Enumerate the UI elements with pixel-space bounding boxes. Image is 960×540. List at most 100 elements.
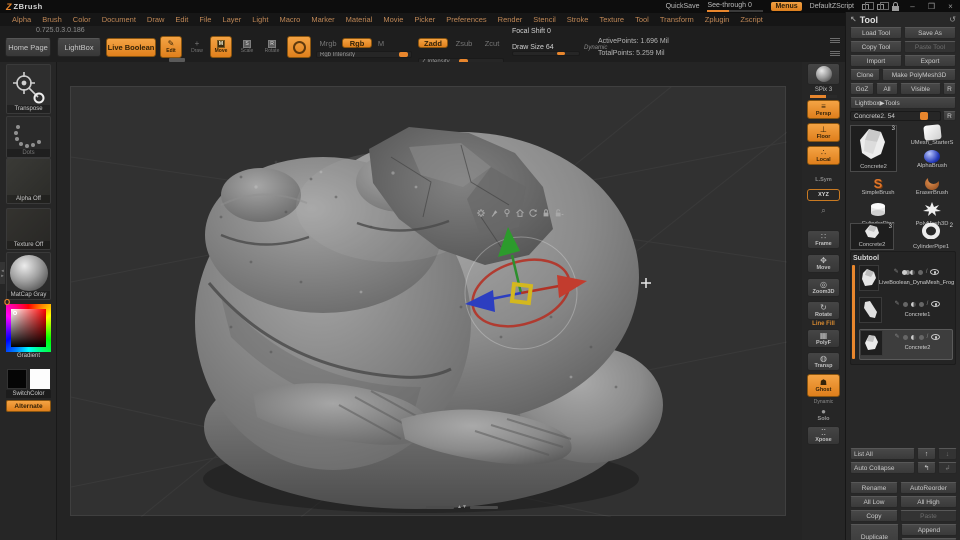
- switch-color-widget[interactable]: SwitchColor: [6, 364, 51, 398]
- menus-button[interactable]: Menus: [771, 2, 802, 11]
- subtool-brush-icon[interactable]: ✎: [894, 269, 899, 275]
- zsub-button[interactable]: Zsub: [451, 38, 477, 48]
- local-button[interactable]: ∴ Local: [807, 146, 840, 165]
- rename-button[interactable]: Rename: [850, 482, 898, 494]
- tool-item[interactable]: 2 CylinderPipe1: [906, 222, 956, 251]
- menu-item[interactable]: Tool: [635, 15, 649, 24]
- minimize-button[interactable]: –: [907, 2, 918, 11]
- subtool-row-selected[interactable]: ✎ / Concrete2: [859, 329, 953, 360]
- goz-visible-button[interactable]: Visible: [900, 83, 941, 95]
- boolean-intersect-icon[interactable]: [917, 269, 923, 275]
- bpr-render-button[interactable]: [807, 63, 840, 85]
- subtool-row[interactable]: ✎ / Concrete1: [859, 297, 953, 328]
- lightbox-tools-button[interactable]: Lightbox▶Tools: [850, 97, 956, 109]
- copy-subtool-button[interactable]: Copy: [850, 510, 898, 522]
- spix-slider[interactable]: [810, 95, 837, 98]
- gizmo-settings-gear-icon[interactable]: [476, 208, 486, 218]
- gizmo-pin-icon[interactable]: [489, 208, 499, 218]
- main-color-swatch[interactable]: [7, 369, 27, 389]
- focal-shift-slider[interactable]: [512, 51, 580, 56]
- menu-item[interactable]: Color: [73, 15, 91, 24]
- menu-item[interactable]: Preferences: [446, 15, 486, 24]
- clone-button[interactable]: Clone: [850, 69, 880, 81]
- move-button[interactable]: M Move: [210, 36, 232, 58]
- zoom3d-button[interactable]: ◎ Zoom3D: [807, 278, 840, 297]
- shelf-divider-handle[interactable]: ◄ ►: [0, 262, 5, 284]
- boolean-subtract-icon[interactable]: [910, 301, 916, 307]
- edit-button[interactable]: ✎ Edit: [160, 36, 182, 58]
- home-page-button[interactable]: Home Page: [5, 38, 51, 57]
- tool-item[interactable]: AlphaBrush: [908, 150, 956, 170]
- auto-collapse-button[interactable]: Auto Collapse: [850, 462, 915, 474]
- menu-item[interactable]: Macro: [279, 15, 300, 24]
- polypaint-icon[interactable]: /: [927, 301, 929, 307]
- visibility-eye-icon[interactable]: [930, 269, 940, 275]
- gizmo-reset-icon[interactable]: [528, 208, 538, 218]
- list-all-button[interactable]: List All: [850, 448, 915, 460]
- focal-shift-knob[interactable]: [557, 52, 565, 55]
- gizmo-lock-icon[interactable]: [541, 208, 551, 218]
- menu-item[interactable]: Draw: [147, 15, 165, 24]
- quicksave-button[interactable]: QuickSave: [666, 3, 700, 10]
- matcap-button[interactable]: MatCap Gray: [6, 252, 51, 300]
- see-through-track[interactable]: [707, 9, 764, 12]
- zcut-button[interactable]: Zcut: [480, 38, 504, 48]
- see-through-slider[interactable]: See-through 0: [707, 2, 764, 12]
- goz-all-button[interactable]: All: [876, 83, 898, 95]
- layer-group-2-icon[interactable]: [877, 1, 889, 10]
- xyz-button[interactable]: XYZ: [807, 189, 840, 201]
- rgb-intensity-slider[interactable]: Rgb Intensity: [316, 51, 412, 58]
- menu-item[interactable]: Transform: [660, 15, 694, 24]
- texture-off-button[interactable]: Texture Off: [6, 208, 51, 250]
- make-polymesh3d-button[interactable]: Make PolyMesh3D: [882, 69, 956, 81]
- sv-square[interactable]: [11, 309, 46, 347]
- transpose-button[interactable]: Transpose: [6, 64, 51, 114]
- all-low-button[interactable]: All Low: [850, 496, 898, 508]
- rotate-button[interactable]: R Rotate: [261, 36, 283, 58]
- menu-item[interactable]: Layer: [222, 15, 241, 24]
- save-as-button[interactable]: Save As: [904, 27, 956, 39]
- lsym-button[interactable]: L.Sym: [807, 172, 840, 188]
- load-tool-button[interactable]: Load Tool: [850, 27, 902, 39]
- restore-button[interactable]: ❒: [926, 2, 937, 11]
- boolean-subtract-icon[interactable]: [910, 334, 916, 340]
- default-zscript-button[interactable]: DefaultZScript: [810, 3, 854, 10]
- expand-icon-button[interactable]: ↲: [938, 462, 957, 474]
- tool-item[interactable]: 3 Concrete2: [850, 223, 894, 250]
- bottom-tray-divider[interactable]: ▲▼: [426, 505, 498, 510]
- mrgb-button[interactable]: Mrgb: [316, 38, 340, 48]
- paste-tool-button[interactable]: Paste Tool: [904, 41, 956, 53]
- menu-item[interactable]: Stroke: [567, 15, 589, 24]
- canvas-area[interactable]: ▲▼: [57, 58, 802, 540]
- layer-group-icon[interactable]: [862, 1, 874, 10]
- transp-button[interactable]: ◍ Transp: [807, 352, 840, 371]
- line-fill-label[interactable]: Line Fill: [802, 321, 845, 327]
- boolean-union-icon[interactable]: [901, 269, 907, 275]
- secondary-color-swatch[interactable]: [30, 369, 50, 389]
- polypaint-icon[interactable]: /: [927, 334, 929, 340]
- alpha-off-button[interactable]: Alpha Off: [6, 158, 51, 204]
- tool-select-slider[interactable]: Concrete2. 54: [850, 111, 941, 121]
- append-button[interactable]: Append: [900, 524, 957, 536]
- live-boolean-button[interactable]: Live Boolean: [106, 38, 156, 57]
- paste-subtool-button[interactable]: Paste: [899, 510, 957, 522]
- current-tool-thumb[interactable]: 3 Concrete2: [850, 125, 897, 172]
- lock-icon[interactable]: [892, 1, 899, 11]
- lightbox-button[interactable]: LightBox: [57, 38, 101, 57]
- menu-item[interactable]: Material: [346, 15, 373, 24]
- subtool-title[interactable]: Subtool: [853, 253, 953, 264]
- boolean-intersect-icon[interactable]: [918, 334, 924, 340]
- gizmo-drop-pin-icon[interactable]: [502, 208, 512, 218]
- m-button[interactable]: M: [375, 38, 387, 48]
- subtool-brush-icon[interactable]: ✎: [895, 334, 900, 340]
- boolean-union-icon[interactable]: [902, 334, 908, 340]
- color-ring-icon[interactable]: O: [4, 298, 10, 307]
- toolbar-mini-slider-icon[interactable]: [830, 38, 840, 46]
- tray-handle-top[interactable]: [169, 58, 185, 62]
- document-viewport[interactable]: ▲▼: [70, 86, 788, 518]
- all-high-button[interactable]: All High: [899, 496, 957, 508]
- frame-button[interactable]: ∷ Frame: [807, 230, 840, 249]
- polypaint-icon[interactable]: /: [926, 269, 928, 275]
- menu-item[interactable]: Zplugin: [705, 15, 730, 24]
- persp-button[interactable]: ≡ Persp: [807, 100, 840, 119]
